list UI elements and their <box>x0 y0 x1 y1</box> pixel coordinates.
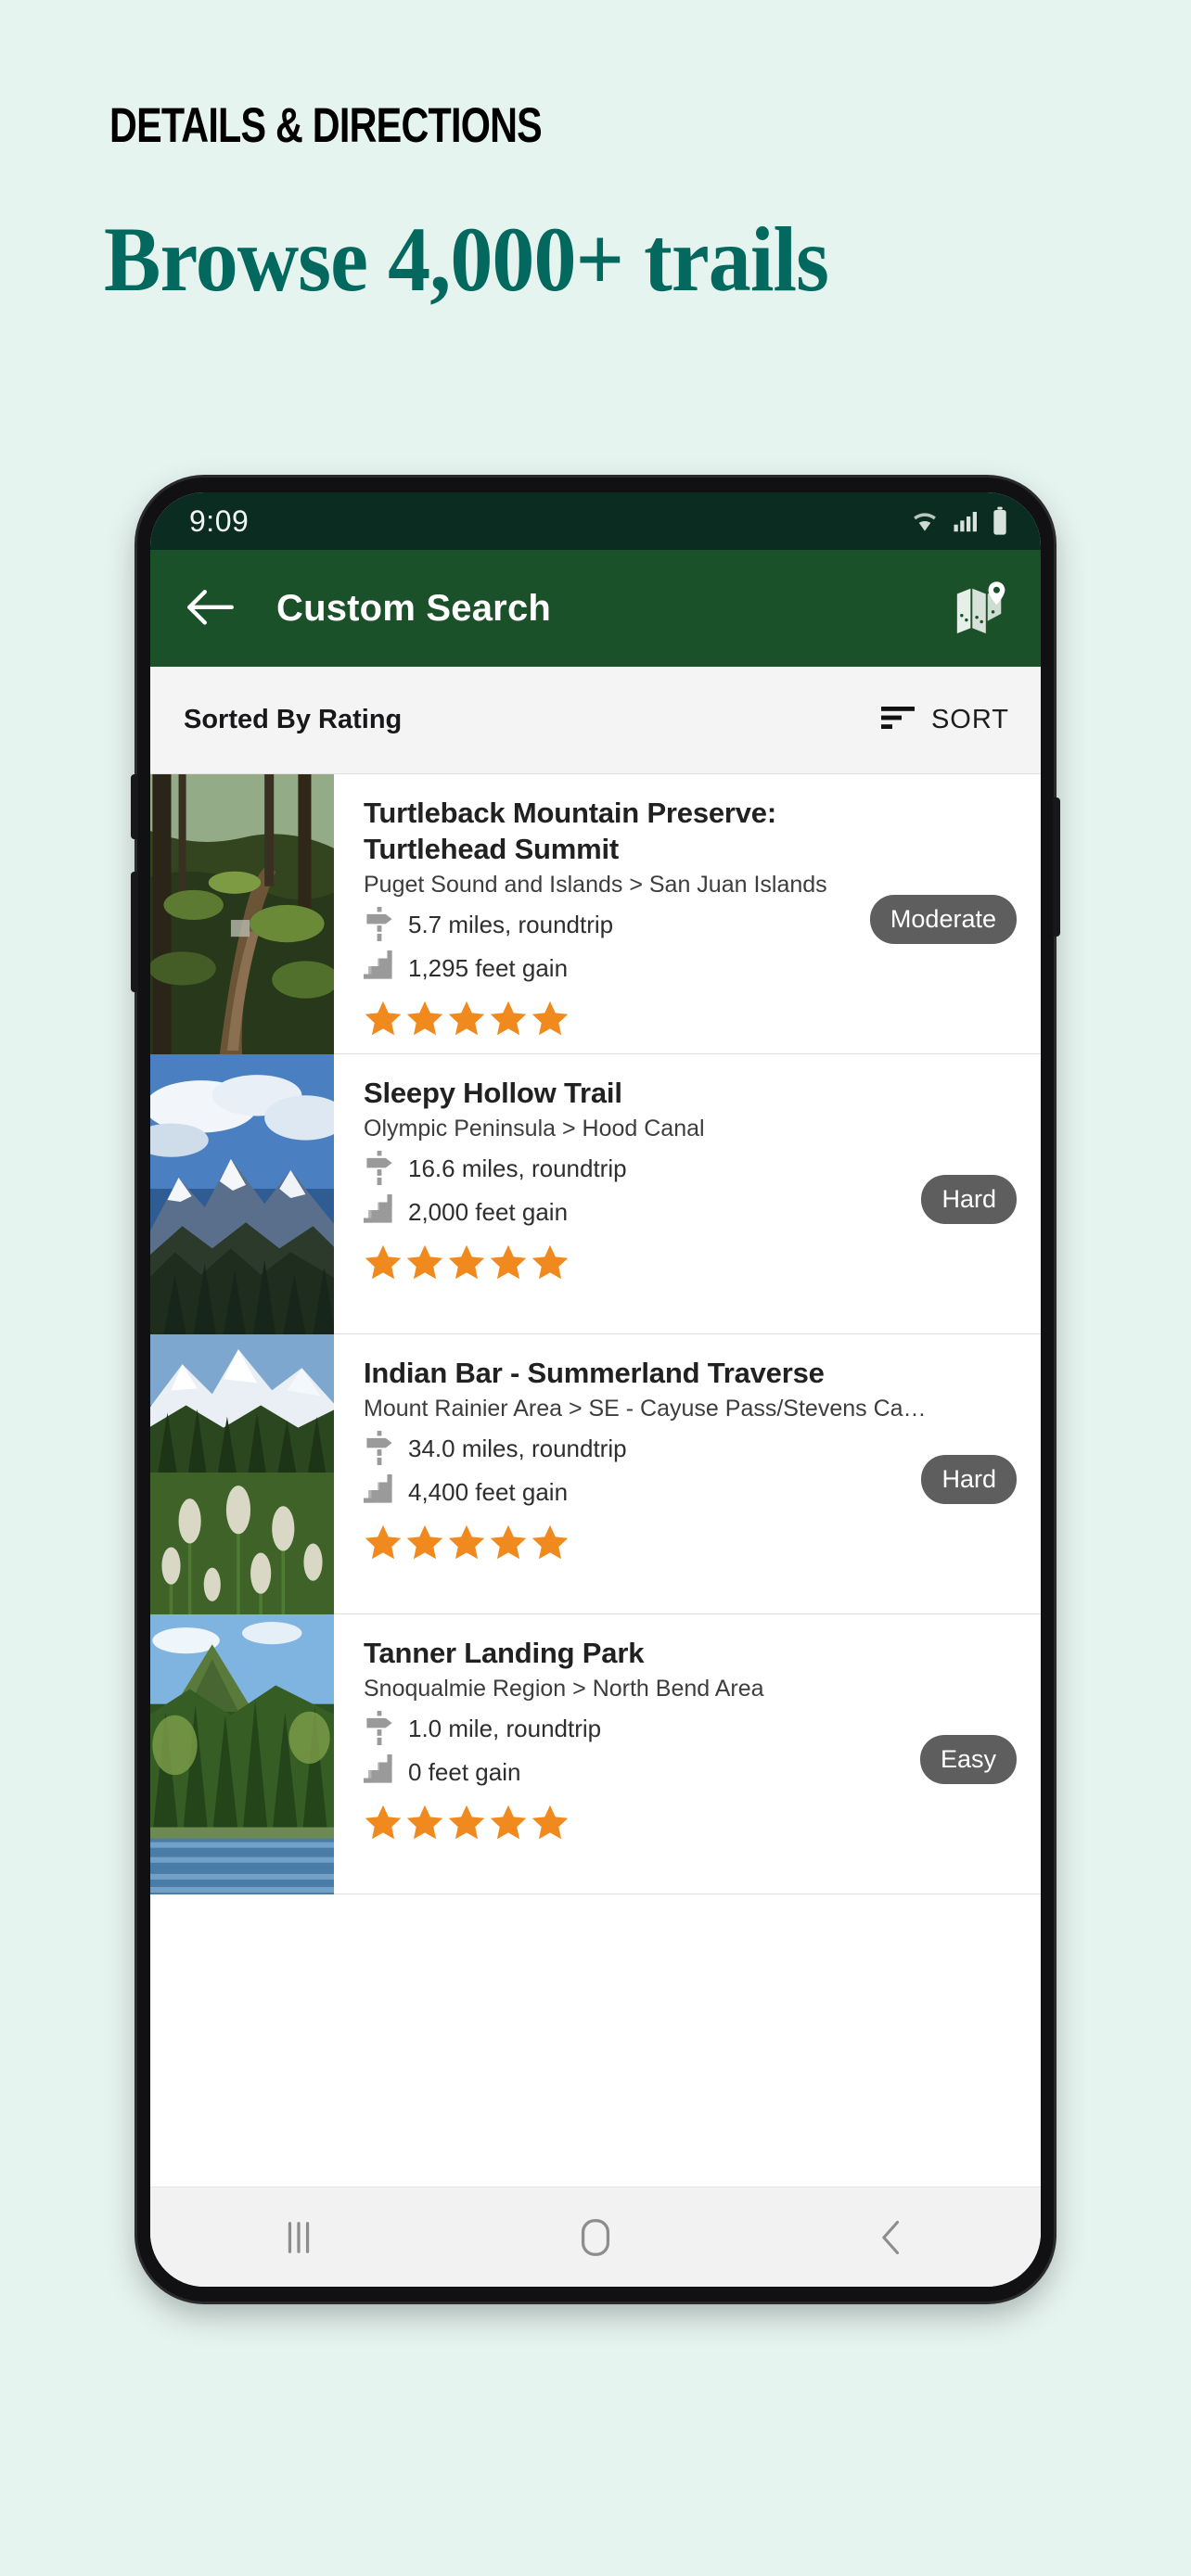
promo-kicker: DETAILS & DIRECTIONS <box>109 98 543 153</box>
trail-name: Turtleback Mountain Preserve: Turtlehead… <box>364 797 776 866</box>
star-icon <box>490 1524 527 1560</box>
battery-icon <box>991 506 1009 536</box>
table-row[interactable]: Turtleback Mountain Preserve: Turtlehead… <box>150 774 1041 1054</box>
star-icon <box>448 1524 485 1560</box>
home-icon[interactable] <box>526 2203 665 2272</box>
promo-page: DETAILS & DIRECTIONS Browse 4,000+ trail… <box>0 0 1191 2576</box>
cellular-signal-icon <box>951 507 980 535</box>
trail-elevation: 4,400 feet gain <box>408 1477 569 1506</box>
trail-info: Sleepy Hollow Trail Olympic Peninsula > … <box>334 1054 1041 1333</box>
star-icon <box>448 1001 485 1036</box>
star-icon <box>531 1524 569 1560</box>
status-badge: Moderate <box>869 895 1017 944</box>
sort-bar: Sorted By Rating SORT <box>150 667 1041 774</box>
trail-thumbnail <box>150 1054 334 1334</box>
trail-name: Sleepy Hollow Trail <box>364 1077 622 1109</box>
trail-thumbnail <box>150 1614 334 1894</box>
sorted-by-label: Sorted By Rating <box>184 705 403 734</box>
star-icon <box>448 1804 485 1840</box>
star-icon <box>490 1244 527 1280</box>
table-row[interactable]: Indian Bar - Summerland Traverse Mount R… <box>150 1334 1041 1614</box>
star-icon <box>365 1804 402 1840</box>
rating-stars <box>364 999 1018 1038</box>
trail-thumbnail <box>150 1334 334 1614</box>
star-icon <box>365 1524 402 1560</box>
trail-info: Indian Bar - Summerland Traverse Mount R… <box>334 1334 1041 1613</box>
sort-button-label: SORT <box>930 705 1009 734</box>
star-icon <box>490 1804 527 1840</box>
status-time: 9:09 <box>189 504 250 538</box>
star-icon <box>448 1244 485 1280</box>
signpost-icon <box>364 907 395 942</box>
trail-info: Tanner Landing Park Snoqualmie Region > … <box>334 1614 1041 1894</box>
rating-stars <box>364 1523 1018 1562</box>
elevation-gain-icon <box>364 950 395 986</box>
star-icon <box>531 1244 569 1280</box>
status-badge: Hard <box>921 1455 1017 1504</box>
back-arrow-icon[interactable] <box>184 584 237 632</box>
trail-name: Tanner Landing Park <box>364 1637 645 1669</box>
trail-distance: 16.6 miles, roundtrip <box>408 1154 627 1182</box>
trail-distance-row: 16.6 miles, roundtrip <box>364 1151 1018 1186</box>
star-icon <box>365 1244 402 1280</box>
status-badge: Easy <box>919 1735 1017 1784</box>
trail-elevation: 0 feet gain <box>408 1757 521 1786</box>
phone-screen: 9:09 Custom Search Sorted By Rating SORT… <box>150 492 1041 2287</box>
trail-distance-row: 1.0 mile, roundtrip <box>364 1711 1018 1746</box>
status-icons <box>909 506 1009 536</box>
wifi-icon <box>909 507 941 535</box>
trail-region: Snoqualmie Region > North Bend Area <box>364 1676 764 1702</box>
star-icon <box>406 1244 443 1280</box>
trail-region: Mount Rainier Area > SE - Cayuse Pass/St… <box>364 1396 927 1422</box>
trail-info: Turtleback Mountain Preserve: Turtlehead… <box>334 774 1041 1053</box>
trail-elevation-row: 1,295 feet gain <box>364 950 1018 986</box>
star-icon <box>531 1001 569 1036</box>
sort-icon <box>880 705 915 735</box>
signpost-icon <box>364 1151 395 1186</box>
trail-elevation-row: 4,400 feet gain <box>364 1474 1018 1510</box>
rating-stars <box>364 1243 1018 1282</box>
star-icon <box>406 1804 443 1840</box>
star-icon <box>406 1524 443 1560</box>
sort-button[interactable]: SORT <box>880 705 1009 735</box>
back-icon[interactable] <box>823 2203 962 2272</box>
trail-distance: 1.0 mile, roundtrip <box>408 1714 602 1742</box>
app-bar-title: Custom Search <box>276 587 552 629</box>
phone-power-button[interactable] <box>1053 797 1060 937</box>
elevation-gain-icon <box>364 1754 395 1790</box>
trail-distance-row: 34.0 miles, roundtrip <box>364 1431 1018 1466</box>
trail-region: Olympic Peninsula > Hood Canal <box>364 1116 705 1142</box>
trail-results-list[interactable]: Turtleback Mountain Preserve: Turtlehead… <box>150 774 1041 2187</box>
app-bar: Custom Search <box>150 550 1041 667</box>
trail-distance: 34.0 miles, roundtrip <box>408 1434 627 1462</box>
rating-stars <box>364 1803 1018 1842</box>
trail-elevation-row: 2,000 feet gain <box>364 1194 1018 1230</box>
recents-icon[interactable] <box>229 2203 368 2272</box>
android-nav-bar <box>150 2187 1041 2287</box>
table-row[interactable]: Sleepy Hollow Trail Olympic Peninsula > … <box>150 1054 1041 1334</box>
star-icon <box>406 1001 443 1036</box>
status-bar: 9:09 <box>150 492 1041 550</box>
elevation-gain-icon <box>364 1474 395 1510</box>
trail-elevation: 2,000 feet gain <box>408 1197 569 1226</box>
star-icon <box>365 1001 402 1036</box>
trail-elevation: 1,295 feet gain <box>408 953 569 982</box>
signpost-icon <box>364 1431 395 1466</box>
star-icon <box>490 1001 527 1036</box>
map-icon[interactable] <box>952 580 1009 637</box>
promo-title: Browse 4,000+ trails <box>104 208 829 311</box>
star-icon <box>531 1804 569 1840</box>
phone-volume-down-button[interactable] <box>131 872 138 992</box>
trail-distance: 5.7 miles, roundtrip <box>408 910 614 938</box>
phone-volume-up-button[interactable] <box>131 774 138 839</box>
elevation-gain-icon <box>364 1194 395 1230</box>
trail-name: Indian Bar - Summerland Traverse <box>364 1357 825 1389</box>
phone-frame: 9:09 Custom Search Sorted By Rating SORT… <box>131 478 1060 2302</box>
status-badge: Hard <box>921 1175 1017 1224</box>
trail-thumbnail <box>150 774 334 1054</box>
signpost-icon <box>364 1711 395 1746</box>
table-row[interactable]: Tanner Landing Park Snoqualmie Region > … <box>150 1614 1041 1894</box>
